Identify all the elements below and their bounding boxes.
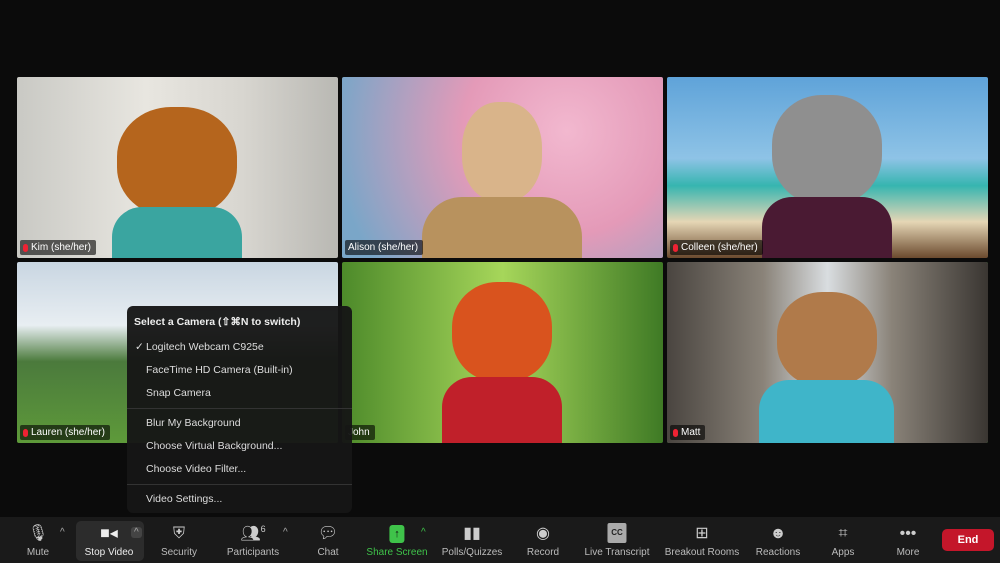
people-icon: 👥︎6 [240,523,266,542]
person-body [422,197,582,258]
cat-avatar [777,292,877,387]
menu-item-video-filter[interactable]: Choose Video Filter... [127,458,352,481]
menu-item-virtual-bg[interactable]: Choose Virtual Background... [127,435,352,458]
meeting-toolbar: 🎙︎ Mute ^ ■◂ Stop Video ^ ⛨ Security 👥︎6 Par… [0,517,1000,563]
participants-button[interactable]: 👥︎6 Participants [227,517,279,563]
reactions-button[interactable]: ☻ Reactions [756,517,800,563]
smiley-plus-icon: ☻ [769,525,787,542]
chat-button[interactable]: 💬︎ Chat [317,517,338,563]
avatar-body [759,380,894,443]
audio-options-caret[interactable]: ^ [60,527,65,538]
menu-item-logitech[interactable]: ✓ Logitech Webcam C925e [127,336,352,359]
participant-name: Matt [670,425,706,440]
end-meeting-button[interactable]: End [942,529,994,551]
video-tile-alison[interactable]: Alison (she/her) [342,77,663,258]
divider [127,484,352,485]
menu-item-snap[interactable]: Snap Camera [127,382,352,405]
video-tile-colleen[interactable]: Colleen (she/her) [667,77,988,258]
record-icon: ◉ [536,525,550,542]
stop-video-button[interactable]: ■◂ Stop Video [85,517,134,563]
share-arrow-icon: ↑ [389,525,405,543]
camera-menu: Select a Camera (⇧⌘N to switch) ✓ Logitec… [127,306,352,513]
breakout-rooms-button[interactable]: ⊞ Breakout Rooms [665,517,739,563]
more-button[interactable]: ••• More [897,517,920,563]
avatar-body [762,197,892,258]
security-button[interactable]: ⛨ Security [161,517,197,563]
check-icon: ✓ [135,341,144,353]
participant-name: Lauren (she/her) [20,425,110,440]
share-screen-button[interactable]: ↑ Share Screen [366,517,428,563]
grid-icon: ⊞ [695,525,709,542]
menu-item-facetime[interactable]: FaceTime HD Camera (Built-in) [127,359,352,382]
video-tile-matt[interactable]: Matt [667,262,988,443]
record-button[interactable]: ◉ Record [527,517,559,563]
participants-caret[interactable]: ^ [283,527,288,538]
menu-item-video-settings[interactable]: Video Settings... [127,488,352,511]
polls-button[interactable]: ▮▮ Polls/Quizzes [442,517,503,563]
person [462,102,542,202]
video-tile-john[interactable]: John [342,262,663,443]
video-options-caret[interactable]: ^ [131,527,142,538]
muted-mic-icon [673,243,678,252]
muted-mic-icon [673,428,678,437]
live-transcript-button[interactable]: CC Live Transcript [584,517,650,563]
shield-icon: ⛨ [172,525,185,542]
participant-name: Colleen (she/her) [670,240,763,255]
apps-icon: ⌗ [838,525,848,542]
participant-name: Kim (she/her) [20,240,97,255]
video-tile-kim[interactable]: Kim (she/her) [17,77,338,258]
apps-button[interactable]: ⌗ Apps [832,517,855,563]
dog-avatar [117,107,237,217]
bar-chart-icon: ▮▮ [463,525,481,542]
share-caret[interactable]: ^ [421,527,426,538]
ellipsis-icon: ••• [899,525,917,542]
raccoon-avatar [772,95,882,205]
participant-name: Alison (she/her) [345,240,424,255]
avatar-body [442,377,562,443]
muted-mic-icon [23,243,28,252]
menu-item-blur[interactable]: Blur My Background [127,412,352,435]
menu-header: Select a Camera (⇧⌘N to switch) [134,316,301,328]
divider [127,408,352,409]
fox-avatar [452,282,552,382]
muted-mic-icon [23,428,28,437]
mute-button[interactable]: 🎙︎ Mute [27,517,49,563]
microphone-icon: 🎙︎ [27,525,49,542]
cc-icon: CC [607,523,627,543]
video-camera-icon: ■◂ [100,525,118,542]
chat-bubble-icon: 💬︎ [317,525,339,542]
avatar-body [112,207,242,258]
